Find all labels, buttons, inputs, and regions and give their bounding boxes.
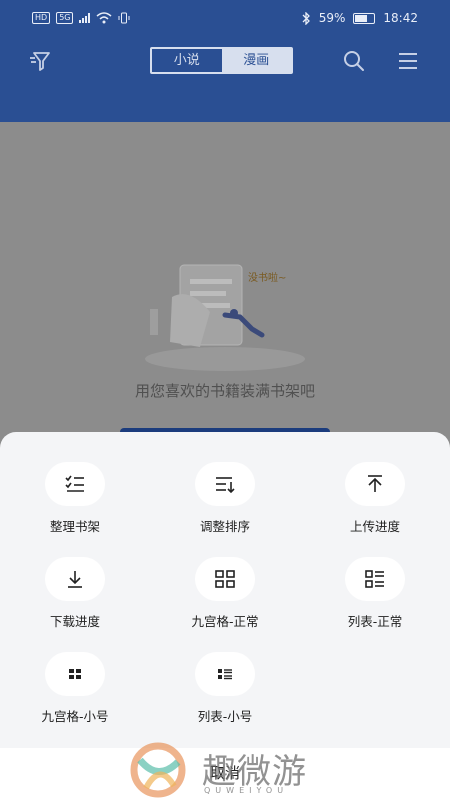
status-left: HD 5G xyxy=(32,12,130,24)
hd-badge: HD xyxy=(32,12,51,24)
empty-shelf-illustration: 没书啦~ xyxy=(145,264,305,371)
battery-icon xyxy=(353,12,376,24)
tab-novel[interactable]: 小说 xyxy=(152,49,222,72)
list-normal-button[interactable] xyxy=(345,557,405,601)
adjust-sort-item[interactable]: 调整排序 xyxy=(150,462,300,535)
category-tabs: 小说 漫画 xyxy=(150,47,293,74)
network-badge: 5G xyxy=(56,12,74,24)
organize-shelf-button[interactable] xyxy=(45,462,105,506)
options-sheet: 整理书架 调整排序 上传进度 下载进度 九宫格-正常 列表-正常 九宫格-小号 … xyxy=(0,432,450,800)
cancel-button[interactable]: 取消 xyxy=(0,748,450,800)
download-progress-item[interactable]: 下载进度 xyxy=(0,557,150,630)
grid-small-item[interactable]: 九宫格-小号 xyxy=(0,652,150,725)
organize-shelf-item[interactable]: 整理书架 xyxy=(0,462,150,535)
download-progress-label: 下载进度 xyxy=(49,614,100,629)
list-small-icon xyxy=(218,669,232,680)
search-icon[interactable] xyxy=(342,49,366,73)
grid-normal-label: 九宫格-正常 xyxy=(191,614,259,629)
sort-icon xyxy=(216,477,235,494)
vibrate-icon xyxy=(118,12,130,24)
upload-icon xyxy=(368,475,382,492)
grid-icon xyxy=(215,570,235,588)
upload-progress-item[interactable]: 上传进度 xyxy=(300,462,450,535)
grid-small-label: 九宫格-小号 xyxy=(41,709,109,724)
list-normal-label: 列表-正常 xyxy=(347,614,403,629)
download-progress-button[interactable] xyxy=(45,557,105,601)
upload-progress-button[interactable] xyxy=(345,462,405,506)
grid-small-button[interactable] xyxy=(45,652,105,696)
illustration-caption: 没书啦~ xyxy=(248,271,286,284)
grid-normal-item[interactable]: 九宫格-正常 xyxy=(150,557,300,630)
list-icon xyxy=(365,570,384,588)
bluetooth-icon xyxy=(302,11,310,25)
app-header: HD 5G 59% 18:42 小说 漫画 xyxy=(0,0,450,122)
upload-progress-label: 上传进度 xyxy=(349,519,400,534)
list-small-button[interactable] xyxy=(195,652,255,696)
clock: 18:42 xyxy=(383,11,418,25)
status-right: 59% 18:42 xyxy=(302,11,418,25)
tab-comic[interactable]: 漫画 xyxy=(221,49,291,72)
top-bar: 小说 漫画 xyxy=(0,38,450,86)
download-icon xyxy=(68,571,82,588)
status-bar: HD 5G 59% 18:42 xyxy=(0,0,450,38)
battery-percent: 59% xyxy=(318,11,346,25)
grid-small-icon xyxy=(69,669,81,679)
adjust-sort-button[interactable] xyxy=(195,462,255,506)
signal-icon xyxy=(79,13,91,23)
list-normal-item[interactable]: 列表-正常 xyxy=(300,557,450,630)
adjust-sort-label: 调整排序 xyxy=(199,519,250,534)
list-small-label: 列表-小号 xyxy=(197,709,253,724)
organize-shelf-label: 整理书架 xyxy=(49,519,100,534)
menu-icon[interactable] xyxy=(396,51,420,71)
wifi-icon xyxy=(96,12,112,24)
list-small-item[interactable]: 列表-小号 xyxy=(150,652,300,725)
grid-normal-button[interactable] xyxy=(195,557,255,601)
checklist-icon xyxy=(65,475,84,492)
empty-message: 用您喜欢的书籍装满书架吧 xyxy=(134,382,315,400)
filter-icon[interactable] xyxy=(28,50,52,72)
cancel-label: 取消 xyxy=(209,764,240,782)
